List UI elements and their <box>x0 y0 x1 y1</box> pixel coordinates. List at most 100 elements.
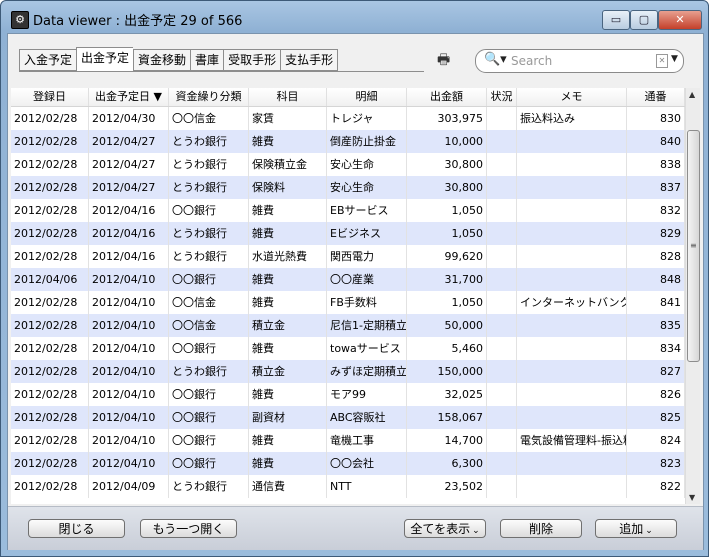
table-row[interactable]: 2012/02/28 2012/04/10 〇〇銀行 雑費 竜機工事 14,700 電気設備… <box>11 429 685 452</box>
table-row[interactable]: 2012/02/28 2012/04/16 とうわ銀行 雑費 Eビジネス 1,050 829 <box>11 222 685 245</box>
table-cell: 2012/04/27 <box>89 130 169 153</box>
tab-0[interactable]: 入金予定 <box>19 49 77 71</box>
table-cell: 雑費 <box>249 268 327 291</box>
table-cell: トレジャ <box>327 107 407 130</box>
table-row[interactable]: 2012/02/28 2012/04/27 とうわ銀行 保険料 安心生命 30,800 83… <box>11 176 685 199</box>
table-row[interactable]: 2012/04/06 2012/04/10 〇〇銀行 雑費 〇〇産業 31,700 848 <box>11 268 685 291</box>
table-cell: 2012/04/10 <box>89 337 169 360</box>
table-cell: 10,000 <box>407 130 487 153</box>
table-cell: 2012/02/28 <box>11 406 89 429</box>
tab-2[interactable]: 資金移動 <box>133 49 191 71</box>
table-cell: 2012/04/10 <box>89 429 169 452</box>
delete-button[interactable]: 削除 <box>500 519 582 538</box>
open-another-button[interactable]: もう一つ開く <box>140 519 237 538</box>
table-cell: とうわ銀行 <box>169 222 249 245</box>
search-input[interactable] <box>509 53 653 69</box>
table-cell: 158,067 <box>407 406 487 429</box>
table-row[interactable]: 2012/02/28 2012/04/10 〇〇信金 積立金 尼信1-定期積立 50,00… <box>11 314 685 337</box>
title-bar[interactable]: ⚙ Data viewer : 出金予定 29 of 566 ▭ ▢ ✕ <box>1 1 708 35</box>
close-window-button[interactable]: ✕ <box>658 10 702 30</box>
table-cell: 竜機工事 <box>327 429 407 452</box>
table-cell: 30,800 <box>407 153 487 176</box>
maximize-button[interactable]: ▢ <box>630 10 658 30</box>
chevron-down-icon: ⌄ <box>645 526 653 536</box>
table-cell: 2012/04/10 <box>89 291 169 314</box>
table-cell: 822 <box>627 475 685 498</box>
add-button[interactable]: 追加 ⌄ <box>595 519 677 538</box>
table-cell: 雑費 <box>249 130 327 153</box>
table-cell: とうわ銀行 <box>169 245 249 268</box>
table-row[interactable]: 2012/02/28 2012/04/16 〇〇銀行 雑費 EBサービス 1,050 832 <box>11 199 685 222</box>
grip-icon: ≡ <box>690 241 697 250</box>
search-dropdown-icon[interactable]: ▼ <box>671 54 678 64</box>
table-cell: EBサービス <box>327 199 407 222</box>
table-cell: 2012/02/28 <box>11 199 89 222</box>
table-cell: 2012/04/09 <box>89 475 169 498</box>
chevron-down-icon: ⌄ <box>472 526 480 536</box>
table-cell: 834 <box>627 337 685 360</box>
table-cell: 2012/04/30 <box>89 107 169 130</box>
column-header[interactable]: 通番 <box>627 88 685 106</box>
vertical-scrollbar[interactable]: ▲ ≡ ▼ <box>685 88 700 504</box>
column-header[interactable]: 資金繰り分類 <box>169 88 249 106</box>
tab-3[interactable]: 書庫 <box>190 49 224 71</box>
table-cell <box>487 107 517 130</box>
table-cell: 824 <box>627 429 685 452</box>
column-header[interactable]: メモ <box>517 88 627 106</box>
table-cell: 2012/02/28 <box>11 429 89 452</box>
tab-5[interactable]: 支払手形 <box>280 49 339 71</box>
table-cell: 99,620 <box>407 245 487 268</box>
column-header[interactable]: 明細 <box>327 88 407 106</box>
table-cell: 23,502 <box>407 475 487 498</box>
table-cell <box>517 268 627 291</box>
column-header[interactable]: 科目 <box>249 88 327 106</box>
table-cell <box>487 130 517 153</box>
table-cell <box>487 176 517 199</box>
table-row[interactable]: 2012/02/28 2012/04/10 〇〇信金 雑費 FB手数料 1,050 インター… <box>11 291 685 314</box>
table-row[interactable]: 2012/02/28 2012/04/27 とうわ銀行 雑費 倒産防止掛金 10,000 8… <box>11 130 685 153</box>
show-all-button[interactable]: 全てを表示 ⌄ <box>404 519 486 538</box>
column-header[interactable]: 状況 <box>487 88 517 106</box>
table-cell <box>487 429 517 452</box>
table-cell: 2012/04/10 <box>89 314 169 337</box>
table-row[interactable]: 2012/02/28 2012/04/16 とうわ銀行 水道光熱費 関西電力 99,620… <box>11 245 685 268</box>
tab-1[interactable]: 出金予定 <box>76 47 134 71</box>
table-row[interactable]: 2012/02/28 2012/04/27 とうわ銀行 保険積立金 安心生命 30,800… <box>11 153 685 176</box>
table-cell: 835 <box>627 314 685 337</box>
scroll-down-icon[interactable]: ▼ <box>689 493 695 502</box>
table-row[interactable]: 2012/02/28 2012/04/10 〇〇銀行 雑費 〇〇会社 6,300 823 <box>11 452 685 475</box>
bottom-toolbar: 閉じる もう一つ開く 全てを表示 ⌄ 削除 追加 ⌄ <box>8 506 703 550</box>
column-header[interactable]: 出金額 <box>407 88 487 106</box>
data-table: 登録日 出金予定日 ▼ 資金繰り分類 科目 明細 出金額 状況 メモ 通番 2012/02/28… <box>11 88 685 504</box>
table-cell: 安心生命 <box>327 153 407 176</box>
table-row[interactable]: 2012/02/28 2012/04/09 とうわ銀行 通信費 NTT 23,502 822 <box>11 475 685 498</box>
table-cell: 雑費 <box>249 199 327 222</box>
search-icon[interactable]: 🔍▾ <box>484 52 507 67</box>
close-button[interactable]: 閉じる <box>28 519 125 538</box>
table-row[interactable]: 2012/02/28 2012/04/10 〇〇銀行 雑費 モア99 32,025 826 <box>11 383 685 406</box>
table-cell <box>517 383 627 406</box>
table-row[interactable]: 2012/02/28 2012/04/10 とうわ銀行 積立金 みずほ定期積立 150,0… <box>11 360 685 383</box>
column-header[interactable]: 登録日 <box>11 88 89 106</box>
clear-search-icon[interactable]: ✕ <box>656 54 668 68</box>
column-header[interactable]: 出金予定日 ▼ <box>89 88 169 106</box>
table-cell: 水道光熱費 <box>249 245 327 268</box>
table-row[interactable]: 2012/02/28 2012/04/30 〇〇信金 家賃 トレジャ 303,975 振込料… <box>11 107 685 130</box>
table-row[interactable]: 2012/02/28 2012/04/10 〇〇銀行 雑費 towaサービス 5,460 8… <box>11 337 685 360</box>
table-cell <box>487 360 517 383</box>
table-cell: インターネットバンク <box>517 291 627 314</box>
tab-4[interactable]: 受取手形 <box>223 49 281 71</box>
scroll-up-icon[interactable]: ▲ <box>689 90 695 99</box>
scrollbar-thumb[interactable]: ≡ <box>687 130 700 362</box>
table-cell: 2012/02/28 <box>11 153 89 176</box>
table-cell: 安心生命 <box>327 176 407 199</box>
table-row[interactable]: 2012/02/28 2012/04/10 〇〇銀行 副資材 ABC容販社 158,067… <box>11 406 685 429</box>
table-cell: 2012/02/28 <box>11 314 89 337</box>
table-cell: 14,700 <box>407 429 487 452</box>
table-cell <box>487 406 517 429</box>
table-cell: 829 <box>627 222 685 245</box>
table-cell: 840 <box>627 130 685 153</box>
printer-icon[interactable]: 🖶 <box>437 52 455 68</box>
minimize-button[interactable]: ▭ <box>602 10 630 30</box>
table-cell <box>487 383 517 406</box>
